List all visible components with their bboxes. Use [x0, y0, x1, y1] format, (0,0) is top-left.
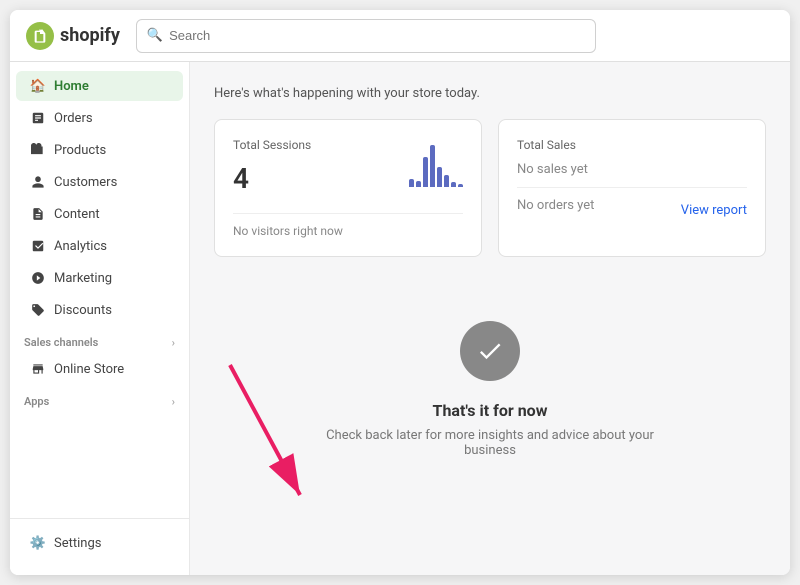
- sidebar-label-home: Home: [54, 79, 89, 94]
- greeting-text: Here's what's happening with your store …: [214, 86, 766, 101]
- check-circle-icon: [460, 321, 520, 381]
- apps-chevron: ›: [172, 395, 175, 408]
- content-area: Here's what's happening with your store …: [190, 62, 790, 575]
- sales-channels-section[interactable]: Sales channels ›: [10, 326, 189, 353]
- sidebar-label-settings: Settings: [54, 536, 101, 551]
- sidebar-item-settings[interactable]: ⚙️ Settings: [16, 528, 183, 558]
- sessions-title: Total Sessions: [233, 138, 311, 152]
- customers-icon: [30, 174, 46, 190]
- search-input[interactable]: [169, 28, 585, 43]
- sidebar-label-online-store: Online Store: [54, 362, 124, 377]
- sidebar-label-analytics: Analytics: [54, 239, 107, 254]
- end-state-description: Check back later for more insights and a…: [310, 428, 670, 458]
- sidebar-label-discounts: Discounts: [54, 303, 112, 318]
- sidebar-label-customers: Customers: [54, 175, 117, 190]
- end-state-title: That's it for now: [433, 401, 548, 420]
- sales-right: No sales yet No orders yet View report: [517, 162, 747, 223]
- sidebar-item-discounts[interactable]: Discounts: [16, 295, 183, 325]
- sidebar-item-orders[interactable]: Orders: [16, 103, 183, 133]
- view-report-link[interactable]: View report: [681, 203, 747, 218]
- sidebar: 🏠 Home Orders Products Customers: [10, 62, 190, 575]
- main-area: 🏠 Home Orders Products Customers: [10, 62, 790, 575]
- sidebar-item-products[interactable]: Products: [16, 135, 183, 165]
- sales-divider: [517, 187, 747, 188]
- home-icon: 🏠: [30, 78, 46, 94]
- sidebar-item-marketing[interactable]: Marketing: [16, 263, 183, 293]
- settings-icon: ⚙️: [30, 535, 46, 551]
- no-orders-text: No orders yet: [517, 198, 594, 213]
- sessions-chart: [409, 142, 463, 187]
- total-sessions-card: Total Sessions 4: [214, 119, 482, 257]
- sessions-value: 4: [233, 162, 311, 195]
- discounts-icon: [30, 302, 46, 318]
- sidebar-bottom: ⚙️ Settings: [10, 518, 189, 567]
- content-icon: [30, 206, 46, 222]
- sidebar-label-orders: Orders: [54, 111, 93, 126]
- sidebar-item-analytics[interactable]: Analytics: [16, 231, 183, 261]
- sessions-left: Total Sessions 4: [233, 138, 311, 203]
- logo: shopify: [26, 22, 120, 50]
- cards-row: Total Sessions 4: [214, 119, 766, 257]
- sales-channels-chevron: ›: [172, 336, 175, 349]
- apps-section[interactable]: Apps ›: [10, 385, 189, 412]
- search-icon: 🔍: [147, 28, 163, 43]
- sales-title: Total Sales: [517, 138, 747, 152]
- sidebar-label-content: Content: [54, 207, 100, 222]
- sessions-card-top: Total Sessions 4: [233, 138, 463, 203]
- analytics-icon: [30, 238, 46, 254]
- sessions-sub: No visitors right now: [233, 224, 463, 238]
- logo-text: shopify: [60, 25, 120, 46]
- search-bar[interactable]: 🔍: [136, 19, 596, 53]
- online-store-icon: [30, 361, 46, 377]
- sidebar-item-home[interactable]: 🏠 Home: [16, 71, 183, 101]
- no-sales-text: No sales yet: [517, 162, 747, 177]
- sidebar-item-customers[interactable]: Customers: [16, 167, 183, 197]
- total-sales-card: Total Sales No sales yet No orders yet V…: [498, 119, 766, 257]
- topbar: shopify 🔍: [10, 10, 790, 62]
- view-report-row: No orders yet View report: [517, 198, 747, 223]
- logo-icon: [26, 22, 54, 50]
- sidebar-label-products: Products: [54, 143, 106, 158]
- sessions-divider: [233, 213, 463, 214]
- marketing-icon: [30, 270, 46, 286]
- sidebar-item-content[interactable]: Content: [16, 199, 183, 229]
- products-icon: [30, 142, 46, 158]
- sidebar-label-marketing: Marketing: [54, 271, 112, 286]
- sidebar-item-online-store[interactable]: Online Store: [16, 354, 183, 384]
- app-window: shopify 🔍 🏠 Home Orders: [10, 10, 790, 575]
- end-state: That's it for now Check back later for m…: [214, 281, 766, 498]
- orders-icon: [30, 110, 46, 126]
